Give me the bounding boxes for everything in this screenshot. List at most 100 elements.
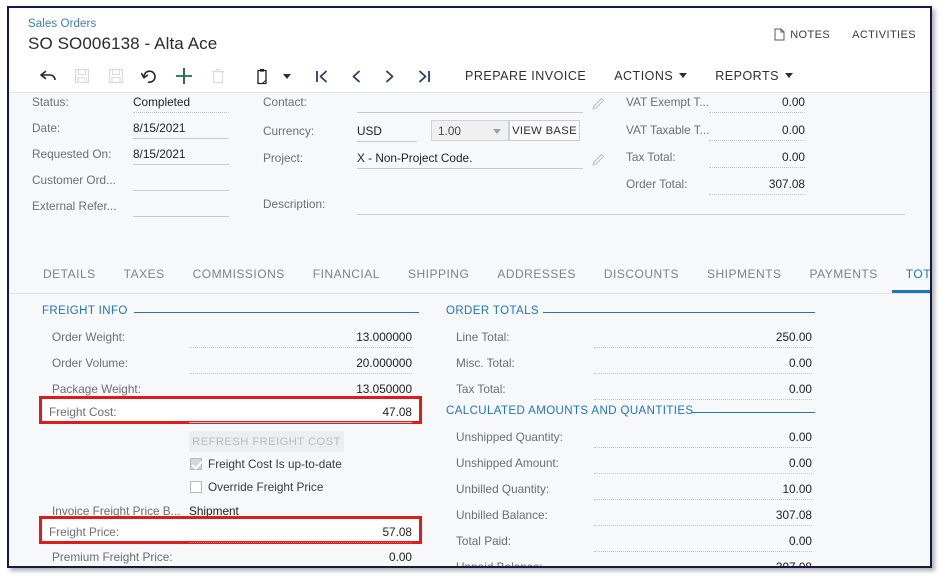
order-total-underline <box>709 194 805 195</box>
tab-taxes[interactable]: TAXES <box>110 267 179 293</box>
unshipped-amount-underline <box>594 473 812 474</box>
clipboard-icon[interactable] <box>245 63 279 89</box>
tab-discounts[interactable]: DISCOUNTS <box>590 267 693 293</box>
vat-exempt-total-label: VAT Exempt T... <box>626 95 710 109</box>
totals-panel: FREIGHT INFO Order Weight: 13.000000 Ord… <box>9 294 930 566</box>
currency-rate-dropdown[interactable]: 1.00 <box>431 120 509 141</box>
line-total-label: Line Total: <box>456 330 510 344</box>
requested-on-label: Requested On: <box>32 147 112 161</box>
back-arrow-icon[interactable] <box>31 63 65 89</box>
note-icon <box>774 28 785 41</box>
unpaid-balance-value: 307.08 <box>775 560 812 568</box>
override-freight-price-checkbox[interactable] <box>190 481 202 493</box>
freight-price-underline <box>189 542 412 543</box>
freight-cost-label: Freight Cost: <box>49 405 117 419</box>
currency-label: Currency: <box>263 124 315 138</box>
freight-info-section-rule <box>134 312 419 313</box>
freight-cost-uptodate-checkbox[interactable] <box>190 458 202 470</box>
summary-panel: Status: Completed Date: 8/15/2021 Reques… <box>9 92 930 240</box>
freight-price-label: Freight Price: <box>49 525 120 539</box>
save-icon <box>65 63 99 89</box>
order-volume-underline <box>189 373 412 374</box>
tab-payments[interactable]: PAYMENTS <box>796 267 892 293</box>
unshipped-amount-value: 0.00 <box>789 456 812 470</box>
project-label: Project: <box>263 151 303 165</box>
unbilled-quantity-value: 10.00 <box>782 482 812 496</box>
reports-menu[interactable]: REPORTS <box>701 69 807 83</box>
order-totals-section-title: ORDER TOTALS <box>446 305 539 317</box>
tab-financial[interactable]: FINANCIAL <box>299 267 394 293</box>
actions-label: ACTIONS <box>614 69 674 83</box>
total-paid-label: Total Paid: <box>456 534 512 548</box>
vat-taxable-total-label: VAT Taxable T... <box>626 123 710 137</box>
tax-total-value: 0.00 <box>782 150 805 164</box>
unbilled-balance-label: Unbilled Balance: <box>456 508 548 522</box>
tab-shipments[interactable]: SHIPMENTS <box>693 267 796 293</box>
chevron-down-icon <box>493 129 501 134</box>
breadcrumb[interactable]: Sales Orders <box>28 18 96 30</box>
last-record-icon[interactable] <box>407 63 441 89</box>
notes-label: NOTES <box>790 28 831 41</box>
tax-total-label: Tax Total: <box>626 150 676 164</box>
tab-shipping[interactable]: SHIPPING <box>394 267 483 293</box>
vat-exempt-total-underline <box>709 112 805 113</box>
clipboard-dropdown-icon[interactable] <box>279 63 295 89</box>
status-value: Completed <box>133 95 191 109</box>
tax-total-body-label: Tax Total: <box>456 382 506 396</box>
tax-total-body-value: 0.00 <box>789 382 812 396</box>
premium-freight-price-underline <box>189 567 412 568</box>
package-weight-value: 13.050000 <box>356 382 412 396</box>
requested-on-value: 8/15/2021 <box>133 147 186 161</box>
activities-button[interactable]: ACTIVITIES <box>852 29 916 41</box>
order-total-label: Order Total: <box>626 177 688 191</box>
description-underline[interactable] <box>357 214 905 215</box>
tax-total-underline <box>709 167 805 168</box>
project-edit-pencil-icon[interactable] <box>592 153 605 166</box>
order-totals-section-rule <box>543 312 815 313</box>
line-total-underline <box>594 347 812 348</box>
external-reference-underline[interactable] <box>133 216 229 217</box>
notes-button[interactable]: NOTES <box>774 28 830 41</box>
tab-totals[interactable]: TOTALS <box>891 267 930 293</box>
toolbar: PREPARE INVOICE ACTIONS REPORTS <box>9 60 930 92</box>
plus-icon[interactable] <box>167 63 201 89</box>
unbilled-quantity-label: Unbilled Quantity: <box>456 482 550 496</box>
date-value: 8/15/2021 <box>133 121 186 135</box>
order-volume-value: 20.000000 <box>356 356 412 370</box>
freight-price-value[interactable]: 57.08 <box>189 525 412 539</box>
view-base-button[interactable]: VIEW BASE <box>509 120 580 141</box>
premium-freight-price-label: Premium Freight Price: <box>52 550 173 564</box>
date-label: Date: <box>32 121 61 135</box>
order-total-value: 307.08 <box>768 177 805 191</box>
project-underline[interactable] <box>357 168 583 169</box>
requested-on-underline[interactable] <box>133 164 229 165</box>
order-volume-label: Order Volume: <box>52 356 129 370</box>
undo-icon[interactable] <box>133 63 167 89</box>
previous-record-icon[interactable] <box>339 63 373 89</box>
save-and-close-icon <box>99 63 133 89</box>
actions-menu[interactable]: ACTIONS <box>600 69 701 83</box>
vat-exempt-total-value: 0.00 <box>782 95 805 109</box>
prepare-invoice-button[interactable]: PREPARE INVOICE <box>451 69 600 83</box>
tab-commissions[interactable]: COMMISSIONS <box>179 267 299 293</box>
freight-cost-value[interactable]: 47.08 <box>189 405 412 419</box>
order-weight-underline <box>189 347 412 348</box>
customer-order-underline[interactable] <box>133 190 229 191</box>
currency-underline[interactable] <box>357 141 417 142</box>
tab-addresses[interactable]: ADDRESSES <box>483 267 590 293</box>
premium-freight-price-value: 0.00 <box>389 550 412 564</box>
sales-order-window: Sales Orders SO SO006138 - Alta Ace NOTE… <box>7 6 932 568</box>
next-record-icon[interactable] <box>373 63 407 89</box>
unbilled-balance-underline <box>594 525 812 526</box>
contact-underline[interactable] <box>357 112 583 113</box>
chevron-down-icon <box>784 73 793 78</box>
tab-details[interactable]: DETAILS <box>29 267 110 293</box>
description-label: Description: <box>263 197 326 211</box>
date-underline[interactable] <box>133 138 229 139</box>
unshipped-amount-label: Unshipped Amount: <box>456 456 559 470</box>
activities-label: ACTIVITIES <box>852 28 916 41</box>
contact-edit-pencil-icon[interactable] <box>592 97 605 110</box>
first-record-icon[interactable] <box>305 63 339 89</box>
line-total-value: 250.00 <box>775 330 812 344</box>
trash-icon <box>201 63 235 89</box>
